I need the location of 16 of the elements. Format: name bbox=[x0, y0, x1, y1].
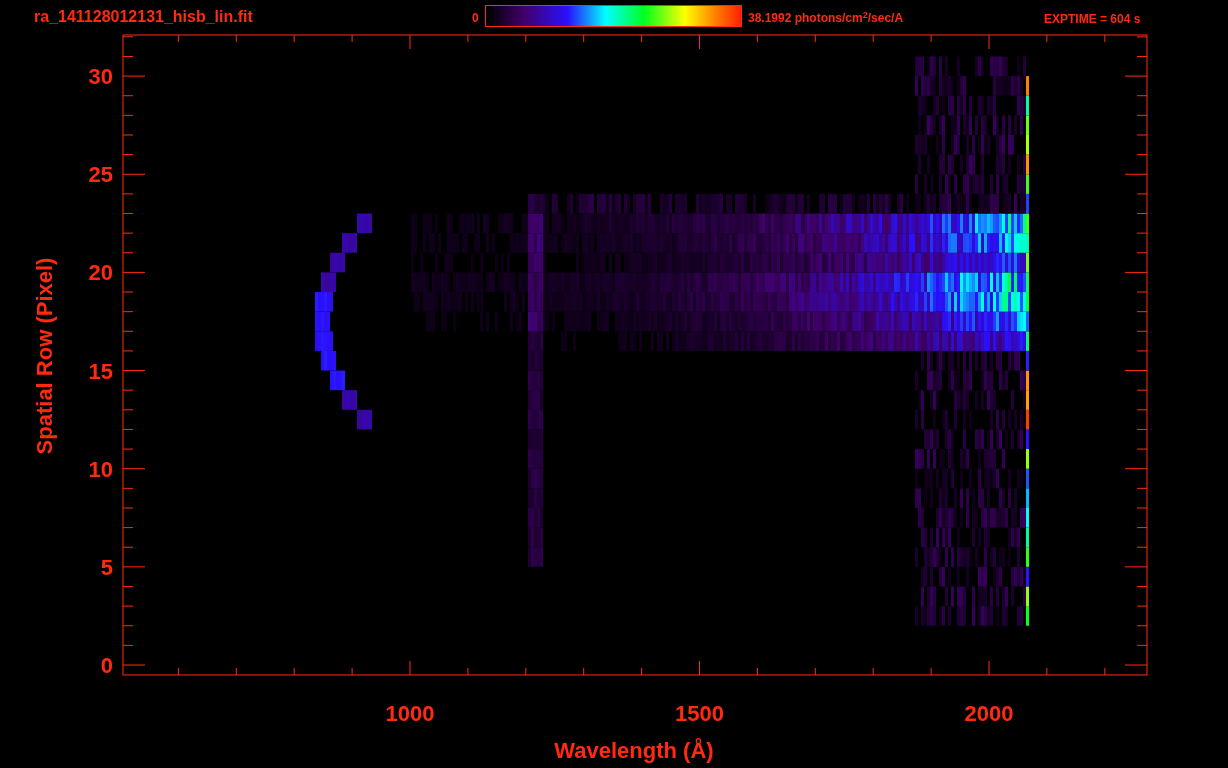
exposure-time: EXPTIME = 604 s bbox=[1044, 11, 1141, 28]
y-tick-label: 25 bbox=[88, 162, 113, 188]
y-tick-label: 5 bbox=[100, 554, 113, 580]
y-tick-label: 20 bbox=[88, 260, 113, 286]
colorbar-max-label: 38.1992 photons/cm$^{2}$/sec/A bbox=[748, 9, 904, 27]
y-axis-title: Spatial Row (Pixel) bbox=[32, 257, 57, 455]
y-tick-label: 15 bbox=[88, 358, 113, 384]
colorbar-min-label: 0 bbox=[472, 10, 479, 27]
y-tick-label: 10 bbox=[88, 456, 113, 482]
x-tick-label: 1000 bbox=[385, 701, 435, 726]
y-tick-label: 30 bbox=[88, 64, 113, 90]
file-name: ra_141128012131_hisb_lin.fit bbox=[34, 7, 253, 27]
x-tick-label: 1500 bbox=[675, 701, 724, 726]
x-axis-title: Wavelength (Å) bbox=[554, 738, 714, 763]
x-tick-label: 2000 bbox=[964, 701, 1014, 726]
y-tick-label: 0 bbox=[100, 653, 113, 678]
